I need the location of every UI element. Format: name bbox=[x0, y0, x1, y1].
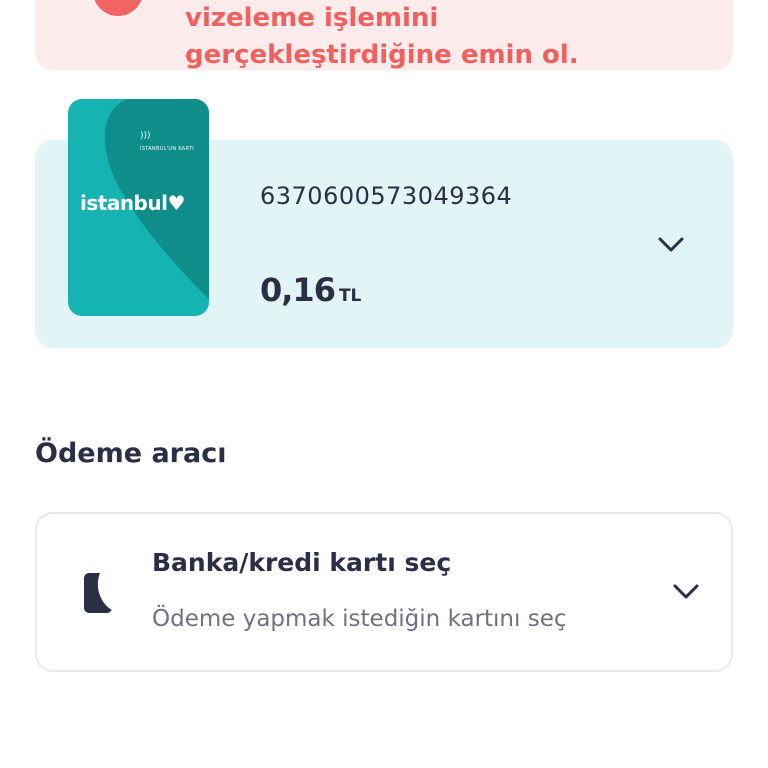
balance-amount: 0,16 bbox=[260, 271, 336, 309]
card-number: 6370600573049364 bbox=[260, 182, 513, 210]
istanbulkart-image: ))) İSTANBUL'UN KARTI istanbul♥ bbox=[68, 99, 209, 316]
warning-icon bbox=[93, 0, 143, 16]
istanbul-logo: istanbul♥ bbox=[80, 191, 185, 215]
warning-text: vizeleme işlemini gerçekleştirdiğine emi… bbox=[185, 3, 579, 70]
chevron-down-icon[interactable] bbox=[672, 577, 700, 605]
balance-currency: TL bbox=[338, 286, 362, 306]
card-caption: İSTANBUL'UN KARTI bbox=[140, 146, 195, 152]
card-icon bbox=[84, 573, 112, 613]
payment-section-title: Ödeme aracı bbox=[35, 438, 227, 469]
payment-option-title: Banka/kredi kartı seç bbox=[152, 548, 452, 577]
payment-method-selector[interactable] bbox=[35, 512, 733, 672]
warning-banner: vizeleme işlemini gerçekleştirdiğine emi… bbox=[35, 0, 733, 70]
nfc-icon: ))) bbox=[140, 131, 151, 141]
chevron-down-icon[interactable] bbox=[657, 230, 685, 258]
card-balance: 0,16 TL bbox=[260, 271, 361, 309]
payment-option-subtitle: Ödeme yapmak istediğin kartını seç bbox=[152, 606, 567, 632]
